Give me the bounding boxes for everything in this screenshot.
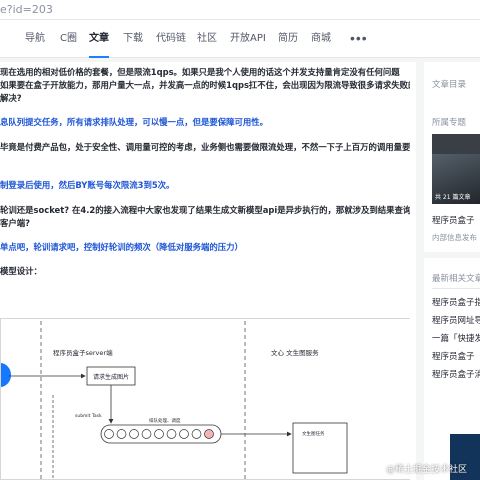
nav-item-resume[interactable]: 简历 [278, 20, 298, 58]
queue-slots [104, 429, 214, 439]
submit-task-label: submit Task [75, 413, 102, 419]
queue-slot [154, 429, 164, 439]
queue-slot [104, 429, 114, 439]
lane-title-server: 程序员盒子server端 [53, 348, 113, 357]
article-highlight: 单点吧，轮训请求吧，控制好轮训的频次（降低对服务端的压力） [0, 242, 243, 252]
nav-item-downloads[interactable]: 下载 [123, 20, 143, 58]
nav-item-mall[interactable]: 商城 [311, 20, 331, 58]
nav-item-community[interactable]: 社区 [197, 20, 217, 58]
related-article-link[interactable]: 程序员盒子消 [432, 368, 480, 380]
article-highlight: 制登录后使用，然后BY账号每次限流3到5次。 [0, 180, 175, 190]
related-title: 最新相关文章 [432, 274, 480, 284]
juejin-watermark: @稀土掘金技术社区 [386, 465, 468, 475]
queue-slot [141, 429, 152, 439]
toc-title: 文章目录 [432, 80, 467, 90]
right-sidebar: 文章目录 所属专题 共 21 篇文章 程序员盒子 内部信息发布 最新相关文章 程… [424, 62, 480, 480]
article-paragraph: 如果要在盒子开放能力，那用户量大一点，并发高一点的时候1qps扛不住，会出现因为… [0, 80, 410, 90]
article-paragraph: 现在选用的相对低价格的套餐，但是限流1qps。如果只是我个人使用的话这个并发支持… [0, 67, 400, 77]
more-menu-icon[interactable]: ••• [350, 20, 368, 58]
lane-title-ai-service: 文心 文生图服务 [271, 348, 319, 357]
article-paragraph: 模型设计： [0, 266, 42, 276]
queue-caption: 排队处理、调度 [149, 417, 181, 424]
column-cover[interactable]: 共 21 篇文章 [432, 134, 480, 204]
diagram-svg: 程序员盒子server端 文心 文生图服务 请求生成图片 submit Task… [0, 321, 348, 480]
column-description: 内部信息发布 [432, 233, 477, 242]
address-bar[interactable]: e?id=203 [0, 0, 480, 20]
divider [432, 288, 480, 289]
architecture-diagram: 程序员盒子server端 文心 文生图服务 请求生成图片 submit Task… [0, 318, 410, 480]
top-nav: 导航 C圈 文章 下载 代码链 社区 开放API 简历 商城 ••• [0, 20, 480, 58]
article-highlight: 息队列提交任务，所有请求排队处理，可以慢一点，但是要保障可用性。 [0, 117, 268, 127]
queue-slot [179, 429, 189, 439]
related-article-link[interactable]: 程序员盒子指 [432, 296, 480, 308]
related-article-link[interactable]: 程序员网址导 [432, 314, 480, 326]
queue-slot [204, 429, 214, 439]
related-card: 最新相关文章 程序员盒子指 程序员网址导 一篇「快捷发 程序员盒子 程序员盒子消 [424, 258, 480, 480]
column-name-link[interactable]: 程序员盒子 [432, 214, 475, 226]
article-paragraph: 客户端? [0, 218, 30, 228]
column-section-title: 所属专题 [432, 118, 467, 128]
related-article-link[interactable]: 一篇「快捷发 [432, 332, 480, 344]
related-article-link[interactable]: 程序员盒子 [432, 350, 475, 362]
request-image-label: 请求生成图片 [93, 373, 129, 381]
column-card: 所属专题 共 21 篇文章 程序员盒子 内部信息发布 [424, 106, 480, 252]
url-text: e?id=203 [0, 3, 53, 16]
article-paragraph: 轮训还是socket? 在4.2的接入流程中大家也发现了结果生成文新模型api是… [0, 205, 410, 215]
nav-item-open-api[interactable]: 开放API [230, 20, 266, 58]
queue-slot [116, 429, 127, 439]
nav-item-articles[interactable]: 文章 [89, 20, 109, 58]
column-article-count: 共 21 篇文章 [435, 194, 471, 201]
task-box [292, 422, 348, 474]
nav-item-c-circle[interactable]: C圈 [60, 20, 77, 58]
queue-slot [166, 429, 177, 439]
nav-item-code-chain[interactable]: 代码链 [156, 20, 186, 58]
article-paragraph: 解决? [0, 93, 22, 103]
nav-item-guide[interactable]: 导航 [25, 20, 45, 58]
queue-slot [191, 429, 202, 439]
article-paragraph: 毕竟是付费产品包，处于安全性、调用量可控的考虑，业务侧也需要做限流处理，不然一下… [0, 142, 410, 152]
task-box-label: 文生图任务 [302, 430, 325, 437]
toc-card: 文章目录 [424, 62, 480, 106]
queue-slot [129, 429, 139, 439]
client-user-icon [0, 363, 11, 387]
